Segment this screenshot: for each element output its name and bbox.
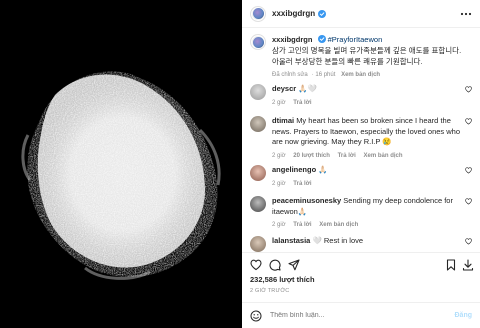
translate-link[interactable]: Xem bản dịch: [319, 222, 358, 228]
comment-age: 2 giờ: [272, 99, 286, 106]
translate-link[interactable]: Xem bản dịch: [364, 153, 403, 159]
reply-link[interactable]: Trả lời: [293, 100, 311, 106]
comment-item: deyscr 🙏🏻🤍 2 giờ Trả lời: [250, 84, 476, 108]
post-time: 2 GIỜ TRƯỚC: [250, 288, 290, 294]
bookmark-icon[interactable]: [445, 259, 457, 271]
share-icon[interactable]: [288, 259, 300, 271]
heart-icon[interactable]: [465, 198, 472, 205]
comment-item: lalanstasia 🤍 Rest in love: [250, 236, 476, 252]
edited-label: Đã chỉnh sửa: [272, 72, 308, 78]
reply-link[interactable]: Trả lời: [293, 222, 311, 228]
like-count[interactable]: 232,586 lượt thích: [250, 275, 315, 284]
caption: xxxibgdrgn #PrayforItaewon 삼가 고인의 명복을 빌며…: [250, 34, 474, 81]
caption-age: 16 phút: [315, 72, 336, 78]
verified-icon: [317, 35, 326, 43]
more-icon[interactable]: [460, 9, 472, 19]
caption-translate-link[interactable]: Xem bản dịch: [341, 72, 380, 78]
emoji-icon[interactable]: [250, 310, 262, 322]
caption-line-1: 삼가 고인의 명복을 빌며 유가족분들께 깊은 애도를 표합니다.: [272, 46, 462, 55]
comment-text: 🙏🏻🤍: [298, 84, 317, 93]
download-icon[interactable]: [462, 259, 474, 271]
post-header: xxxibgdrgn: [242, 0, 480, 28]
heart-icon[interactable]: [465, 86, 472, 93]
comments-scroll[interactable]: xxxibgdrgn #PrayforItaewon 삼가 고인의 명복을 빌며…: [242, 28, 480, 252]
comment-avatar[interactable]: [250, 196, 266, 212]
caption-author[interactable]: xxxibgdrgn: [272, 35, 312, 44]
author-handle[interactable]: xxxibgdrgn: [272, 9, 315, 18]
comment-avatar[interactable]: [250, 165, 266, 181]
comment-age: 2 giờ: [272, 152, 286, 159]
comment-text: My heart has been so broken since I hear…: [272, 116, 461, 146]
verified-icon: [318, 9, 327, 18]
comment-user[interactable]: angelinengo: [272, 165, 316, 174]
comment-composer: Đăng: [242, 302, 480, 328]
comment-likes[interactable]: 20 lượt thích: [293, 153, 330, 159]
post-sidebar: xxxibgdrgn xxxibgdrgn #PrayforItaewon 삼가…: [242, 0, 480, 328]
powder-photo: [0, 0, 242, 328]
heart-icon[interactable]: [465, 167, 472, 174]
comment-user[interactable]: peaceminusonesky: [272, 196, 341, 205]
comment-icon[interactable]: [269, 259, 281, 271]
author-avatar[interactable]: [250, 5, 266, 22]
comment-age: 2 giờ: [272, 180, 286, 187]
reply-link[interactable]: Trả lời: [338, 153, 356, 159]
caption-meta: Đã chỉnh sửa · 16 phút Xem bản dịch: [272, 72, 381, 78]
reply-link[interactable]: Trả lời: [293, 181, 311, 187]
comment-user[interactable]: dtimai: [272, 116, 294, 125]
comment-item: angelinengo 🙏🏻 2 giờ Trả lời: [250, 165, 476, 189]
comment-text: 🙏🏻: [318, 165, 328, 174]
comment-item: dtimai My heart has been so broken since…: [250, 116, 476, 161]
action-bar: [242, 252, 480, 272]
comment-user[interactable]: deyscr: [272, 84, 296, 93]
comment-avatar[interactable]: [250, 84, 266, 100]
comment-text: 🤍 Rest in love: [312, 236, 364, 245]
heart-icon[interactable]: [250, 259, 262, 271]
post-image[interactable]: [0, 0, 242, 328]
comment-item: peaceminusonesky Sending my deep condole…: [250, 196, 476, 231]
comment-avatar[interactable]: [250, 116, 266, 132]
comment-age: 2 giờ: [272, 222, 286, 228]
caption-avatar[interactable]: [250, 34, 266, 50]
post-comment-button[interactable]: Đăng: [455, 312, 473, 319]
caption-hashtag[interactable]: #PrayforItaewon: [328, 35, 383, 44]
comment-avatar[interactable]: [250, 236, 266, 252]
heart-icon[interactable]: [465, 238, 472, 245]
comment-input[interactable]: [270, 312, 455, 319]
comment-user[interactable]: lalanstasia: [272, 236, 310, 245]
caption-line-2: 아울러 부상당한 분들의 빠른 쾌유를 기원합니다.: [272, 57, 423, 66]
heart-icon[interactable]: [465, 118, 472, 125]
